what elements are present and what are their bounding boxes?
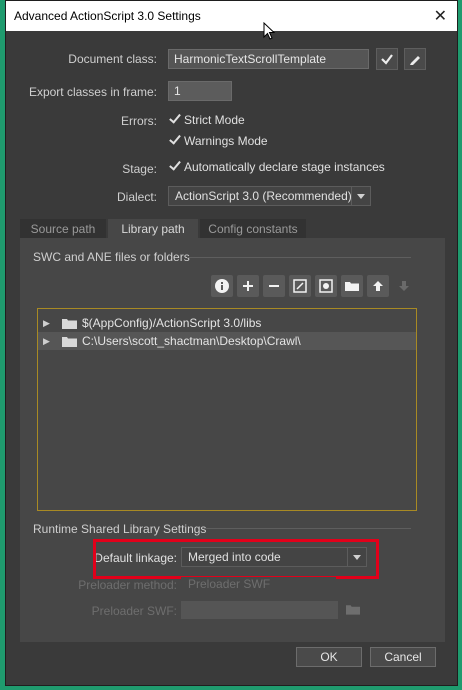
check-class-button[interactable] <box>376 48 398 70</box>
dialect-select[interactable]: ActionScript 3.0 (Recommended) <box>168 186 371 206</box>
ok-button[interactable]: OK <box>296 647 362 667</box>
mouse-cursor-icon <box>263 22 275 40</box>
folder-icon <box>346 604 360 615</box>
warnings-mode-checkbox[interactable]: Warnings Mode <box>170 134 268 148</box>
dialect-value: ActionScript 3.0 (Recommended) <box>175 189 352 203</box>
dialog-title: Advanced ActionScript 3.0 Settings <box>14 9 201 23</box>
close-icon[interactable]: ✕ <box>434 6 447 26</box>
stage-auto-label: Automatically declare stage instances <box>184 160 385 174</box>
folder-icon <box>62 337 77 347</box>
document-class-label: Document class: <box>68 52 157 66</box>
strict-mode-label: Strict Mode <box>184 113 245 127</box>
section-divider <box>187 257 411 258</box>
swc-icon[interactable] <box>315 275 337 297</box>
dialect-label: Dialect: <box>116 190 157 204</box>
strict-mode-checkbox[interactable]: Strict Mode <box>170 113 245 127</box>
stage-auto-checkbox[interactable]: Automatically declare stage instances <box>170 160 385 174</box>
chevron-down-icon <box>351 187 370 205</box>
edit-icon[interactable] <box>289 275 311 297</box>
plus-icon[interactable] <box>237 275 259 297</box>
rsl-section-title: Runtime Shared Library Settings <box>33 522 207 536</box>
tab-config-constants[interactable]: Config constants <box>200 219 306 239</box>
list-item[interactable]: ▶ C:\Users\scott_shactman\Desktop\Crawl\ <box>38 332 416 350</box>
edit-class-button[interactable] <box>404 48 426 70</box>
expand-arrow-icon[interactable]: ▶ <box>43 332 50 350</box>
tab-library-path[interactable]: Library path <box>108 219 198 239</box>
path-label: C:\Users\scott_shactman\Desktop\Crawl\ <box>82 334 301 348</box>
browse-folder-button <box>343 599 363 619</box>
path-label: $(AppConfig)/ActionScript 3.0/libs <box>82 316 262 330</box>
section-divider <box>204 528 411 529</box>
library-path-list[interactable]: ▶ $(AppConfig)/ActionScript 3.0/libs ▶ C… <box>37 308 417 511</box>
export-frame-input[interactable]: 1 <box>168 81 232 101</box>
checkmark-icon <box>381 54 393 65</box>
pencil-icon <box>410 56 420 65</box>
folder-icon[interactable] <box>341 275 363 297</box>
expand-arrow-icon[interactable]: ▶ <box>43 314 50 332</box>
info-icon[interactable] <box>211 275 233 297</box>
arrow-down-icon <box>393 275 415 297</box>
list-item[interactable]: ▶ $(AppConfig)/ActionScript 3.0/libs <box>38 314 416 332</box>
preloader-swf-label: Preloader SWF: <box>91 604 177 618</box>
preloader-method-select: Preloader SWF <box>181 577 336 591</box>
checkmark-icon <box>170 162 180 172</box>
errors-label: Errors: <box>121 114 157 128</box>
folder-icon <box>62 319 77 329</box>
tab-source-path[interactable]: Source path <box>20 219 106 239</box>
library-section-title: SWC and ANE files or folders <box>33 250 190 264</box>
arrow-up-icon[interactable] <box>367 275 389 297</box>
title-bar: Advanced ActionScript 3.0 Settings ✕ <box>6 1 457 31</box>
preloader-swf-input <box>181 601 338 619</box>
preloader-method-label: Preloader method: <box>78 578 177 592</box>
settings-dialog: Advanced ActionScript 3.0 Settings ✕ Doc… <box>5 0 458 686</box>
checkmark-icon <box>170 136 180 146</box>
export-frame-label: Export classes in frame: <box>28 85 157 99</box>
warnings-mode-label: Warnings Mode <box>184 134 268 148</box>
checkmark-icon <box>170 115 180 125</box>
annotation-highlight-box <box>93 539 379 579</box>
minus-icon[interactable] <box>263 275 285 297</box>
document-class-input[interactable]: HarmonicTextScrollTemplate <box>168 49 369 69</box>
cancel-button[interactable]: Cancel <box>370 647 436 667</box>
stage-label: Stage: <box>122 162 157 176</box>
